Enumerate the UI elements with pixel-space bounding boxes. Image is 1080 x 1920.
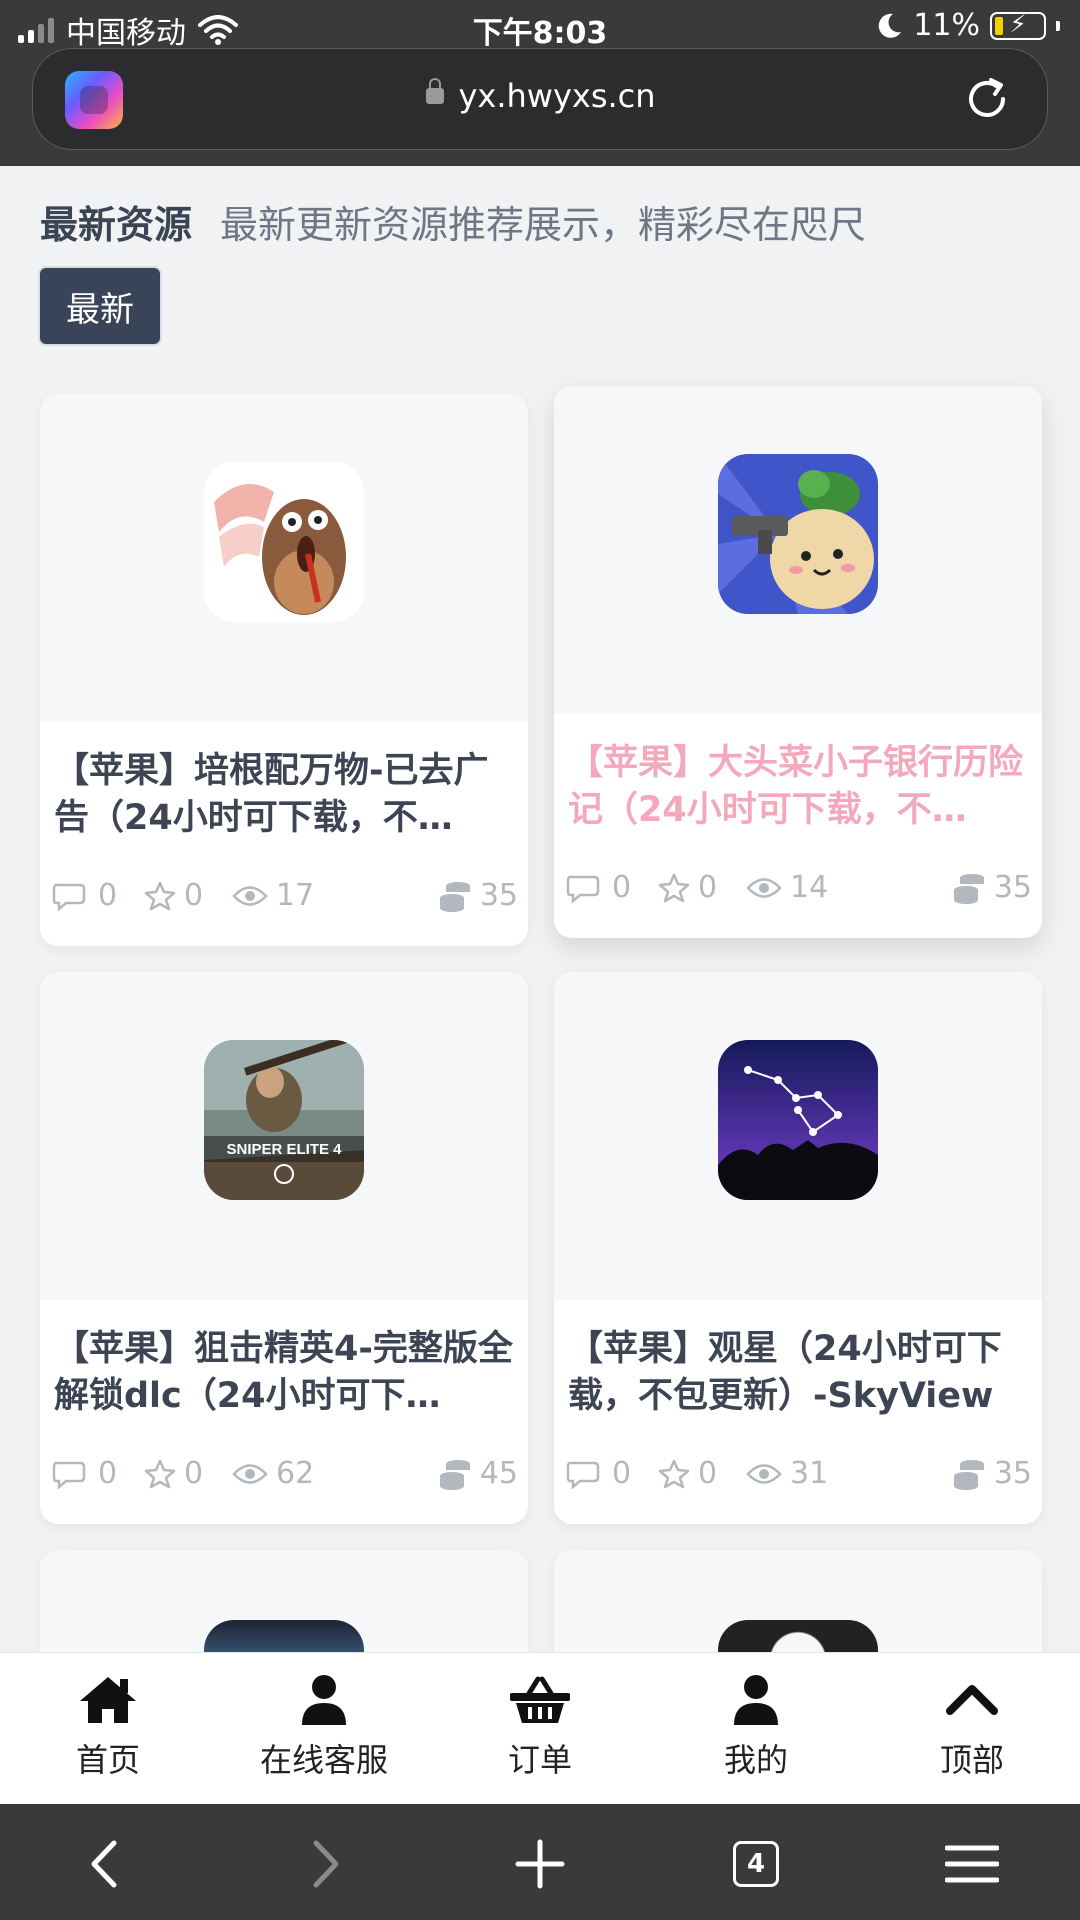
card-thumb-area <box>554 386 1042 714</box>
price: 35 <box>952 1456 1032 1491</box>
tab-count-badge: 4 <box>733 1841 779 1887</box>
card-meta: 0 0 14 35 <box>566 870 1032 910</box>
skyview-app-icon[interactable] <box>718 1040 878 1200</box>
resource-card[interactable]: 【苹果】大头菜小子银行历险记（24小时可下载，不… 0 0 14 35 <box>554 386 1042 938</box>
hamburger-menu-icon <box>945 1845 999 1883</box>
price: 45 <box>438 1456 518 1491</box>
partial-game-icon[interactable] <box>204 1620 364 1652</box>
card-meta: 0 0 31 35 <box>566 1456 1032 1496</box>
view-count: 31 <box>746 1456 828 1491</box>
eye-icon <box>746 877 782 898</box>
view-count: 17 <box>232 878 314 913</box>
chevron-left-icon <box>91 1840 117 1888</box>
favorite-count: 0 <box>144 1456 203 1491</box>
back-button[interactable] <box>76 1834 136 1894</box>
basket-icon <box>510 1676 570 1723</box>
menu-button[interactable] <box>942 1834 1002 1894</box>
view-count: 62 <box>232 1456 314 1491</box>
card-thumb-area <box>554 972 1042 1300</box>
comment-icon <box>566 875 600 903</box>
plus-icon <box>515 1839 565 1889</box>
resource-card[interactable]: 【苹果】观星（24小时可下载，不包更新）-SkyView 0 0 31 35 <box>554 972 1042 1524</box>
price: 35 <box>952 870 1032 905</box>
star-icon <box>658 873 690 902</box>
favorite-count: 0 <box>144 878 203 913</box>
section-subtitle: 最新更新资源推荐展示，精彩尽在咫尺 <box>220 203 867 247</box>
user-icon <box>734 1675 778 1725</box>
coins-icon <box>953 873 984 904</box>
moon-icon <box>879 13 902 38</box>
resource-card[interactable]: 【苹果】培根配万物-已去广告（24小时可下载，不… 0 0 17 35 <box>40 394 528 946</box>
status-right: 11% ⚡ <box>875 8 1060 43</box>
section-header: 最新资源 最新更新资源推荐展示，精彩尽在咫尺 <box>40 194 866 249</box>
eye-icon <box>232 1463 268 1484</box>
star-icon <box>144 881 176 910</box>
comment-count: 0 <box>566 1456 631 1491</box>
card-title[interactable]: 【苹果】狙击精英4-完整版全解锁dlc（24小时可下… <box>54 1326 514 1420</box>
nav-orders-label: 订单 <box>507 1741 572 1779</box>
tab-latest[interactable]: 最新 <box>40 268 160 344</box>
url-display[interactable]: yx.hwyxs.cn <box>33 77 1049 115</box>
browser-top-chrome: 中国移动 下午8:03 11% ⚡ yx.hwyxs.cn <box>0 0 1080 166</box>
comment-icon <box>52 883 86 911</box>
chevron-up-icon <box>946 1685 998 1715</box>
nav-customer-service-label: 在线客服 <box>259 1741 388 1779</box>
page-content: 最新资源 最新更新资源推荐展示，精彩尽在咫尺 最新 【苹果】培根配万物-已去广告（… <box>0 166 1080 1652</box>
comment-count: 0 <box>566 870 631 905</box>
battery-percent: 11% <box>913 8 980 43</box>
coins-icon <box>439 1459 470 1490</box>
nav-home-label: 首页 <box>75 1741 140 1779</box>
reload-icon[interactable] <box>961 73 1013 125</box>
nav-home[interactable]: 首页 <box>0 1673 216 1781</box>
comment-icon <box>566 1461 600 1489</box>
card-meta: 0 0 62 45 <box>52 1456 518 1496</box>
card-title[interactable]: 【苹果】大头菜小子银行历险记（24小时可下载，不… <box>568 740 1028 834</box>
nav-mine-label: 我的 <box>723 1741 788 1779</box>
forward-button[interactable] <box>294 1834 354 1894</box>
card-meta: 0 0 17 35 <box>52 878 518 918</box>
browser-bottom-toolbar: 4 <box>0 1804 1080 1920</box>
card-title[interactable]: 【苹果】培根配万物-已去广告（24小时可下载，不… <box>54 748 514 842</box>
eye-icon <box>746 1463 782 1484</box>
comment-icon <box>52 1461 86 1489</box>
partial-game-icon[interactable] <box>718 1620 878 1652</box>
address-bar[interactable]: yx.hwyxs.cn <box>32 48 1048 150</box>
eye-icon <box>232 885 268 906</box>
card-thumb-area: SNIPER ELITE 4 <box>40 972 528 1300</box>
view-count: 14 <box>746 870 828 905</box>
coins-icon <box>439 881 470 912</box>
status-bar: 中国移动 下午8:03 11% ⚡ <box>0 0 1080 51</box>
sniper-elite-game-icon[interactable]: SNIPER ELITE 4 <box>204 1040 364 1200</box>
card-title[interactable]: 【苹果】观星（24小时可下载，不包更新）-SkyView <box>568 1326 1028 1420</box>
new-tab-button[interactable] <box>510 1834 570 1894</box>
chevron-right-icon <box>313 1840 339 1888</box>
nav-top[interactable]: 顶部 <box>864 1673 1080 1781</box>
bacon-game-icon[interactable] <box>204 462 364 622</box>
comment-count: 0 <box>52 878 117 913</box>
sniper-elite-logo-text: SNIPER ELITE 4 <box>226 1141 342 1158</box>
comment-count: 0 <box>52 1456 117 1491</box>
section-title: 最新资源 <box>40 203 193 247</box>
turnip-boy-game-icon[interactable] <box>718 454 878 614</box>
user-icon <box>302 1675 346 1725</box>
url-text: yx.hwyxs.cn <box>458 77 656 115</box>
battery-cap <box>1056 20 1060 31</box>
nav-customer-service[interactable]: 在线客服 <box>216 1673 432 1781</box>
bottom-tab-bar: 首页 在线客服 订单 我的 顶部 <box>0 1652 1080 1804</box>
favorite-count: 0 <box>658 870 717 905</box>
card-thumb-area <box>40 394 528 722</box>
battery-icon: ⚡ <box>990 10 1046 40</box>
coins-icon <box>953 1459 984 1490</box>
star-icon <box>658 1459 690 1488</box>
home-icon <box>80 1677 136 1723</box>
resource-card[interactable]: SNIPER ELITE 4 【苹果】狙击精英4-完整版全解锁dlc（24小时可… <box>40 972 528 1524</box>
favorite-count: 0 <box>658 1456 717 1491</box>
tabs-button[interactable]: 4 <box>726 1834 786 1894</box>
star-icon <box>144 1459 176 1488</box>
lock-icon <box>426 78 445 104</box>
nav-mine[interactable]: 我的 <box>648 1673 864 1781</box>
nav-top-label: 顶部 <box>939 1741 1004 1779</box>
nav-orders[interactable]: 订单 <box>432 1673 648 1781</box>
price: 35 <box>438 878 518 913</box>
